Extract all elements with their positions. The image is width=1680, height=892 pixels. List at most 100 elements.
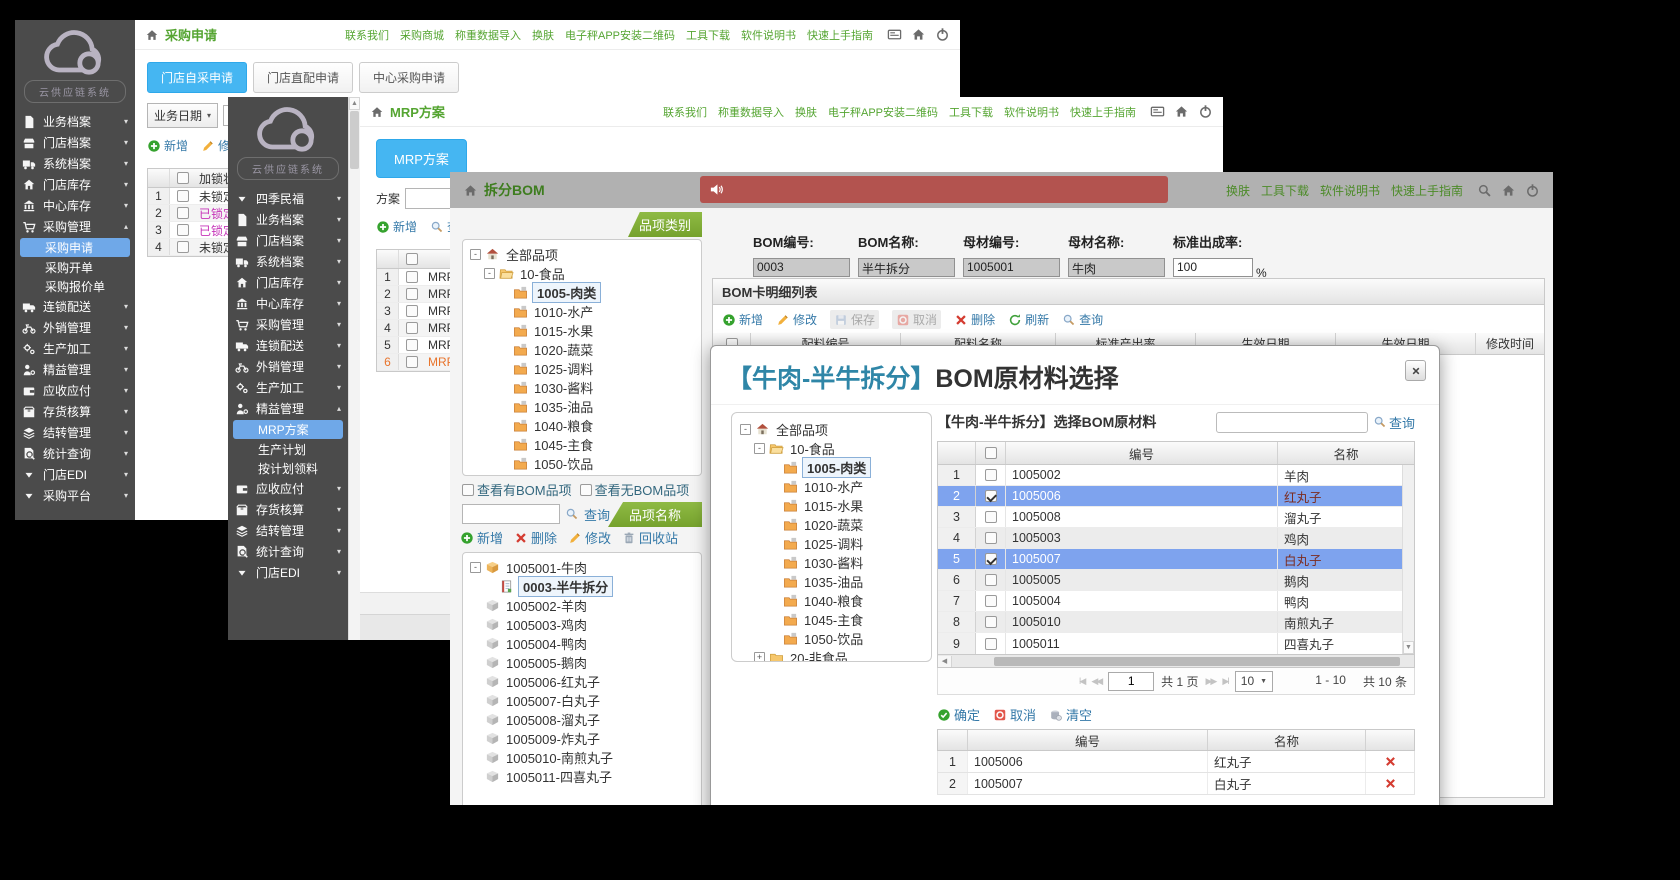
material-row[interactable]: 9 1005011 四喜丸子 xyxy=(938,633,1414,654)
scrollbar-thumb[interactable] xyxy=(994,657,1400,666)
toolbar-button[interactable]: 新增 xyxy=(460,528,503,547)
remove-icon[interactable] xyxy=(1384,755,1397,768)
next-page-icon[interactable]: ▶▶ xyxy=(1206,676,1216,687)
tree-item[interactable]: 1015-水果 xyxy=(736,496,927,515)
top-menu-link[interactable]: 工具下载 xyxy=(949,104,993,120)
sidebar-item[interactable]: 结转管理 ▾ xyxy=(15,422,135,443)
tree-item[interactable]: 1045-主食 xyxy=(736,610,927,629)
toolbar-button[interactable]: 刷新 xyxy=(1008,311,1049,328)
sidebar-item[interactable]: 四季民福 ▾ xyxy=(228,188,348,209)
material-row[interactable]: 7 1005004 鸭肉 xyxy=(938,591,1414,612)
tree-item[interactable]: 1020-蔬菜 xyxy=(736,515,927,534)
tree-item[interactable]: 1030-酱料 xyxy=(466,378,698,397)
sidebar-item[interactable]: 采购管理 ▾ xyxy=(228,314,348,335)
sidebar-item[interactable]: 门店EDI ▾ xyxy=(228,562,348,583)
tree-item[interactable]: 1040-粮食 xyxy=(736,591,927,610)
sidebar-item[interactable]: 采购开单 xyxy=(15,258,135,277)
selected-material-row[interactable]: 2 1005007 白丸子 xyxy=(937,773,1415,795)
row-checkbox[interactable] xyxy=(985,595,997,607)
tree-item[interactable]: - 10-食品 xyxy=(736,439,927,458)
tree-item[interactable]: - 1005001-牛肉 xyxy=(466,558,698,577)
card-icon[interactable] xyxy=(1150,104,1165,119)
top-menu-link[interactable]: 换肤 xyxy=(532,27,554,43)
sidebar-item[interactable]: 采购平台 ▾ xyxy=(15,485,135,506)
top-menu-link[interactable]: 联系我们 xyxy=(345,27,389,43)
row-checkbox[interactable] xyxy=(177,190,189,202)
page-size-select[interactable]: 10 ▼ xyxy=(1235,671,1273,692)
item-search-input[interactable] xyxy=(462,504,560,524)
bom-field-input[interactable]: 半牛拆分 xyxy=(858,258,955,277)
tree-item[interactable]: 1005010-南煎丸子 xyxy=(466,748,698,767)
tree-item[interactable]: 1005002-羊肉 xyxy=(466,596,698,615)
tab[interactable]: 门店自采申请 xyxy=(147,62,247,93)
scrollbar-thumb[interactable] xyxy=(350,111,359,169)
material-row[interactable]: 8 1005010 南煎丸子 xyxy=(938,612,1414,633)
tree-expander-icon[interactable]: - xyxy=(754,443,765,454)
row-checkbox[interactable] xyxy=(406,356,418,368)
material-row[interactable]: 6 1005005 鹅肉 xyxy=(938,570,1414,591)
sidebar-item[interactable]: MRP方案 xyxy=(233,420,343,439)
sidebar-item[interactable]: 门店库存 ▾ xyxy=(15,174,135,195)
top-menu-link[interactable]: 联系我们 xyxy=(663,104,707,120)
scroll-down-icon[interactable]: ▼ xyxy=(1403,641,1414,654)
top-menu-link[interactable]: 软件说明书 xyxy=(1004,104,1059,120)
select-all-checkbox[interactable] xyxy=(406,253,418,265)
sidebar-item[interactable]: 应收应付 ▾ xyxy=(15,380,135,401)
top-menu-link[interactable]: 电子秤APP安装二维码 xyxy=(565,27,675,43)
column-header[interactable]: 编号 xyxy=(1006,442,1278,464)
tree-item[interactable]: 1045-主食 xyxy=(466,435,698,454)
tree-item[interactable]: 1005009-炸丸子 xyxy=(466,729,698,748)
sidebar-item[interactable]: 精益管理 ▴ xyxy=(228,398,348,419)
search-icon[interactable] xyxy=(1477,183,1492,198)
toolbar-button[interactable]: 新增 xyxy=(376,218,417,235)
column-header[interactable]: 名称 xyxy=(1278,442,1414,464)
tree-item[interactable]: - 全部品项 xyxy=(736,420,927,439)
tree-item[interactable]: 0003-半牛拆分 xyxy=(466,577,698,596)
sidebar-item[interactable]: 采购申请 xyxy=(20,238,130,257)
toolbar-button[interactable]: 新增 xyxy=(147,137,188,154)
row-checkbox[interactable] xyxy=(985,638,997,650)
top-menu-link[interactable]: 称重数据导入 xyxy=(455,27,521,43)
sidebar-item[interactable]: 应收应付 ▾ xyxy=(228,478,348,499)
sidebar-item[interactable]: 统计查询 ▾ xyxy=(15,443,135,464)
row-checkbox[interactable] xyxy=(177,224,189,236)
with-bom-checkbox[interactable] xyxy=(462,484,474,496)
toolbar-button[interactable]: 删除 xyxy=(954,311,995,328)
tree-item[interactable]: 1010-水产 xyxy=(736,477,927,496)
column-header[interactable]: 编号 xyxy=(968,730,1208,750)
row-checkbox[interactable] xyxy=(177,207,189,219)
tree-item[interactable]: + 20-非食品 xyxy=(466,473,698,476)
toolbar-button[interactable]: 修改 xyxy=(776,311,817,328)
toolbar-button[interactable]: 取消 xyxy=(892,310,941,329)
row-checkbox[interactable] xyxy=(985,574,997,586)
tree-item[interactable]: 1020-蔬菜 xyxy=(466,340,698,359)
bom-field-input[interactable]: 0003 xyxy=(753,258,850,277)
tree-item[interactable]: 1010-水产 xyxy=(466,302,698,321)
last-page-icon[interactable]: ▶Ι xyxy=(1222,676,1227,687)
sidebar-item[interactable]: 业务档案 ▾ xyxy=(15,111,135,132)
scroll-up-icon[interactable]: ▲ xyxy=(349,97,360,110)
tree-item[interactable]: 1025-调料 xyxy=(736,534,927,553)
top-menu-link[interactable]: 快速上手指南 xyxy=(1391,182,1463,199)
tree-item[interactable]: 1035-油品 xyxy=(466,397,698,416)
material-row[interactable]: 4 1005003 鸡肉 xyxy=(938,528,1414,549)
bom-field-input[interactable]: 牛肉 xyxy=(1068,258,1165,277)
tree-expander-icon[interactable]: + xyxy=(754,652,765,662)
tree-item[interactable]: 1005003-鸡肉 xyxy=(466,615,698,634)
top-menu-link[interactable]: 称重数据导入 xyxy=(718,104,784,120)
sidebar-item[interactable]: 存货核算 ▾ xyxy=(15,401,135,422)
tree-expander-icon[interactable]: - xyxy=(740,424,751,435)
sidebar-item[interactable]: 中心库存 ▾ xyxy=(15,195,135,216)
top-menu-link[interactable]: 软件说明书 xyxy=(1320,182,1380,199)
row-checkbox[interactable] xyxy=(985,490,997,502)
sidebar-item[interactable]: 外销管理 ▾ xyxy=(15,317,135,338)
tree-item[interactable]: 1005-肉类 xyxy=(466,283,698,302)
sidebar-item[interactable]: 采购管理 ▴ xyxy=(15,216,135,237)
tree-item[interactable]: 1005-肉类 xyxy=(736,458,927,477)
card-icon[interactable] xyxy=(887,27,902,42)
row-checkbox[interactable] xyxy=(985,511,997,523)
row-checkbox[interactable] xyxy=(985,532,997,544)
top-menu-link[interactable]: 电子秤APP安装二维码 xyxy=(828,104,938,120)
tree-item[interactable]: 1005007-白丸子 xyxy=(466,691,698,710)
query-button[interactable]: 查询 xyxy=(1373,413,1415,432)
